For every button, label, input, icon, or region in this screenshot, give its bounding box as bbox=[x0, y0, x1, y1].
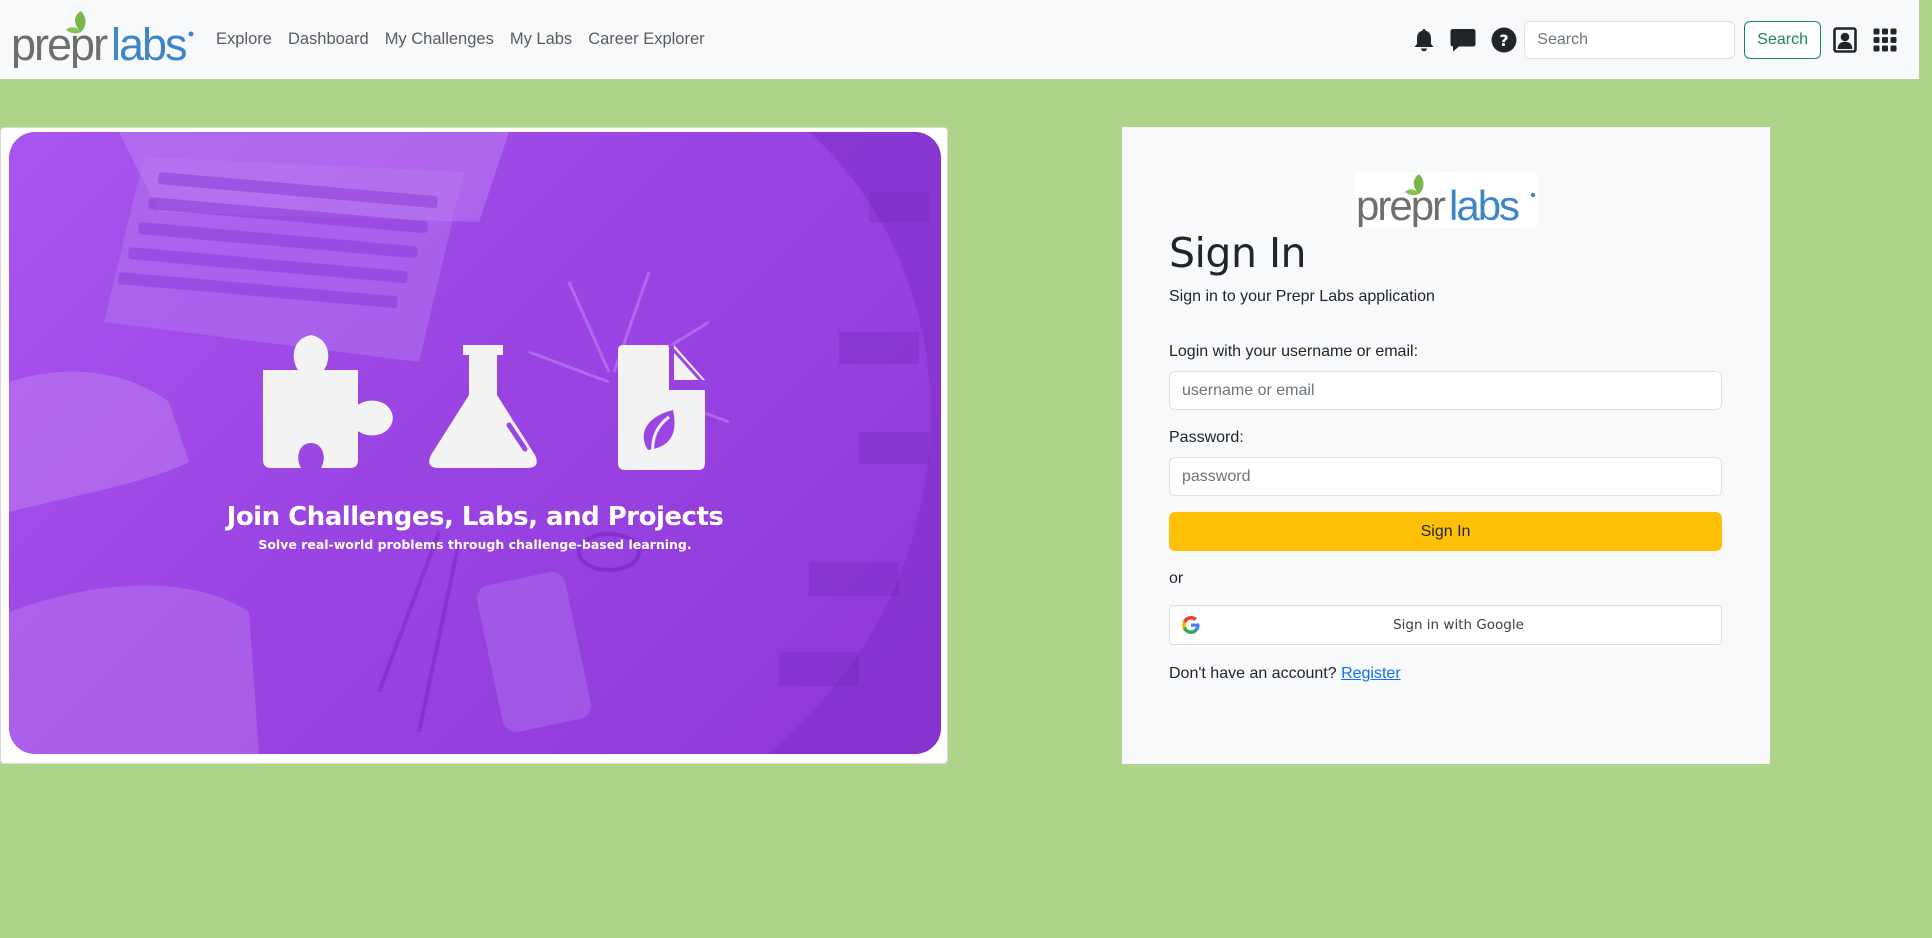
nav-link-explore[interactable]: Explore bbox=[216, 30, 272, 49]
or-divider-text: or bbox=[1169, 570, 1184, 587]
form-preprlabs-logo: prepr labs bbox=[1355, 173, 1537, 229]
hero-subtitle: Solve real-world problems through challe… bbox=[258, 537, 692, 552]
password-label: Password: bbox=[1169, 429, 1244, 446]
nav-link-dashboard[interactable]: Dashboard bbox=[288, 30, 369, 49]
nav-link-my-labs[interactable]: My Labs bbox=[510, 30, 572, 49]
hero-card: Join Challenges, Labs, and Projects Solv… bbox=[0, 127, 948, 764]
svg-text:prepr: prepr bbox=[1356, 182, 1446, 227]
chat-icon[interactable] bbox=[1450, 27, 1476, 53]
top-navbar: prepr labs Explore Dashboard My Challeng… bbox=[0, 0, 1919, 79]
svg-text:labs: labs bbox=[1449, 182, 1519, 227]
svg-text:prepr: prepr bbox=[11, 19, 108, 68]
password-input[interactable] bbox=[1169, 457, 1722, 496]
sign-in-subtitle: Sign in to your Prepr Labs application bbox=[1169, 288, 1435, 305]
hero-title: Join Challenges, Labs, and Projects bbox=[226, 502, 724, 532]
sign-in-button[interactable]: Sign In bbox=[1169, 512, 1722, 551]
svg-text:labs: labs bbox=[111, 19, 186, 68]
google-sign-in-label: Sign in with Google bbox=[1393, 617, 1524, 633]
flask-icon bbox=[429, 345, 537, 468]
preprlabs-logo[interactable]: prepr labs bbox=[11, 10, 195, 68]
document-leaf-icon bbox=[618, 343, 707, 470]
nav-link-career-explorer[interactable]: Career Explorer bbox=[588, 30, 704, 49]
search-button[interactable]: Search bbox=[1744, 20, 1821, 59]
nav-link-my-challenges[interactable]: My Challenges bbox=[385, 30, 494, 49]
puzzle-icon bbox=[263, 335, 393, 468]
no-account-text: Don't have an account? bbox=[1169, 665, 1337, 682]
register-prompt: Don't have an account? Register bbox=[1169, 665, 1401, 683]
svg-text:?: ? bbox=[1500, 31, 1509, 50]
username-input[interactable] bbox=[1169, 371, 1722, 410]
search-input[interactable] bbox=[1524, 20, 1736, 59]
google-sign-in-button[interactable]: Sign in with Google bbox=[1169, 605, 1722, 645]
nav-actions: ? Search bbox=[1411, 0, 1919, 79]
bell-icon[interactable] bbox=[1411, 27, 1437, 53]
apps-grid-icon[interactable] bbox=[1872, 27, 1898, 53]
sign-in-card: prepr labs Sign In Sign in to your Prepr… bbox=[1122, 127, 1770, 764]
user-profile-icon[interactable] bbox=[1832, 26, 1858, 53]
main-nav: Explore Dashboard My Challenges My Labs … bbox=[216, 0, 721, 79]
hero-banner-image: Join Challenges, Labs, and Projects Solv… bbox=[9, 132, 941, 754]
help-icon[interactable]: ? bbox=[1491, 27, 1517, 53]
register-link[interactable]: Register bbox=[1341, 665, 1401, 682]
sign-in-title: Sign In bbox=[1169, 229, 1307, 277]
username-label: Login with your username or email: bbox=[1169, 343, 1419, 360]
